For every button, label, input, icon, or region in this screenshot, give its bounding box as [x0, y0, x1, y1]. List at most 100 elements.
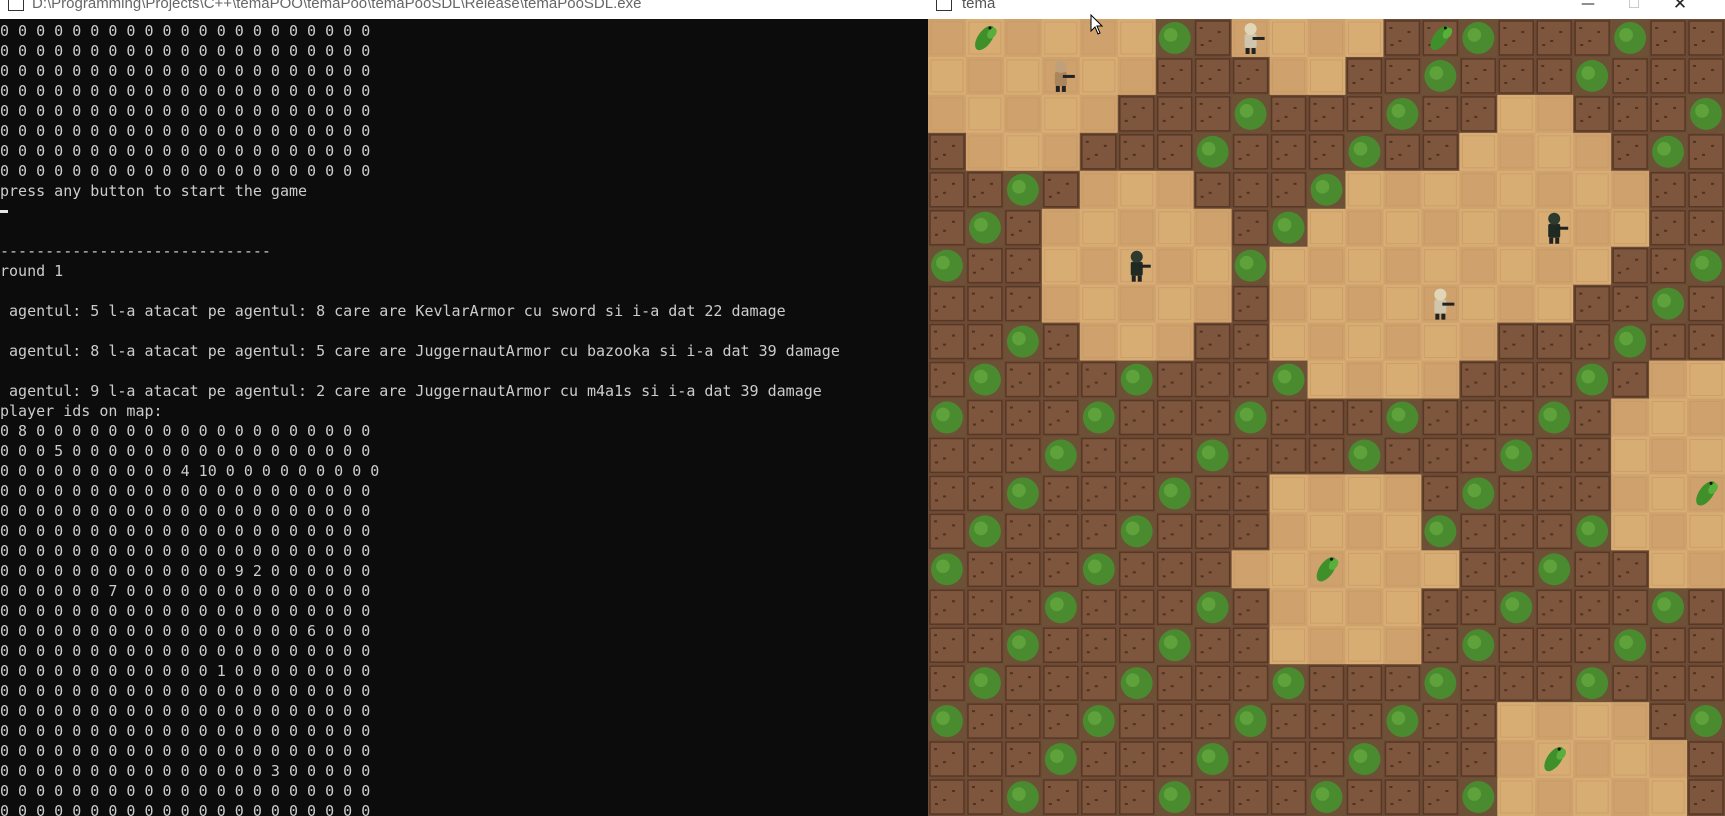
sand-tile [1649, 436, 1688, 475]
dirt-tile [1421, 474, 1460, 513]
sand-tile [1421, 550, 1460, 589]
grass-tile [965, 512, 1005, 551]
dirt-tile [1497, 322, 1536, 362]
dirt-tile [1117, 588, 1157, 627]
console-line: agentul: 8 l-a atacat pe agentul: 5 care… [0, 342, 840, 360]
grass-tile [1649, 132, 1688, 172]
dirt-tile [1459, 360, 1498, 400]
maximize-button[interactable]: ☐ [1611, 0, 1657, 19]
dirt-tile [965, 398, 1005, 437]
dirt-tile [1269, 170, 1309, 210]
minimize-button[interactable]: — [1565, 0, 1611, 19]
sand-tile [1307, 322, 1346, 362]
dirt-tile [1535, 512, 1574, 551]
grass-tile [1383, 398, 1422, 437]
dirt-tile [1497, 512, 1536, 551]
dirt-tile [1041, 398, 1081, 437]
sand-tile [1041, 94, 1081, 134]
dirt-tile [1383, 664, 1422, 703]
dirt-tile [1459, 550, 1498, 589]
sand-tile [1535, 778, 1574, 816]
console-titlebar[interactable]: D:\Programming\Projects\C++\temaPOO\tema… [0, 0, 928, 19]
dirt-tile [1269, 94, 1309, 134]
sand-tile [1117, 56, 1157, 96]
dirt-tile [1193, 56, 1233, 96]
dirt-tile [1117, 740, 1157, 779]
sand-tile [1003, 56, 1043, 96]
dirt-tile [1079, 474, 1119, 513]
sand-tile [1307, 284, 1346, 324]
sand-tile [1079, 284, 1119, 324]
grass-tile [1421, 664, 1460, 703]
sand-tile [1611, 474, 1650, 513]
dirt-tile [1079, 360, 1119, 400]
sand-tile [1345, 512, 1384, 551]
dirt-tile [1459, 664, 1498, 703]
dirt-tile [1687, 19, 1725, 58]
dirt-tile [1459, 56, 1498, 96]
console-line: 0 0 0 0 0 0 0 0 0 0 0 0 0 0 0 0 0 0 0 0 … [0, 522, 371, 540]
close-button[interactable]: ✕ [1657, 0, 1703, 19]
sand-tile [1459, 284, 1498, 324]
dirt-tile [1041, 360, 1081, 400]
dirt-tile [1383, 436, 1422, 475]
grass-tile [1459, 778, 1498, 816]
sand-tile [1421, 322, 1460, 362]
console-line: 0 0 0 0 0 0 0 0 0 0 0 0 0 0 0 0 0 0 0 0 … [0, 602, 371, 620]
game-window[interactable]: tema — ☐ ✕ [928, 0, 1725, 816]
dirt-tile [965, 588, 1005, 627]
game-titlebar[interactable]: tema — ☐ ✕ [928, 0, 1725, 19]
sand-tile [928, 19, 967, 58]
dirt-tile [1155, 398, 1195, 437]
grass-tile [1611, 626, 1650, 665]
sand-tile [1003, 94, 1043, 134]
console-line: 0 0 0 0 0 0 0 0 0 0 0 0 0 0 0 0 0 0 0 0 … [0, 782, 371, 800]
console-window[interactable]: D:\Programming\Projects\C++\temaPOO\tema… [0, 0, 928, 816]
dirt-tile [1497, 360, 1536, 400]
sand-tile [1307, 19, 1346, 58]
grass-tile [1611, 322, 1650, 362]
dirt-tile [1573, 94, 1612, 134]
dirt-tile [1231, 474, 1271, 513]
dirt-tile [1041, 512, 1081, 551]
dirt-tile [1421, 436, 1460, 475]
sand-tile [1041, 19, 1081, 58]
dirt-tile [1193, 322, 1233, 362]
dirt-tile [1687, 284, 1725, 324]
grass-tile [1573, 512, 1612, 551]
sand-tile [928, 56, 967, 96]
sand-tile [1687, 398, 1725, 437]
grass-tile [1117, 664, 1157, 703]
sand-tile [1649, 512, 1688, 551]
sand-tile [1307, 56, 1346, 96]
dirt-tile [1269, 132, 1309, 172]
dirt-tile [965, 740, 1005, 779]
dirt-tile [1231, 322, 1271, 362]
dirt-tile [1079, 512, 1119, 551]
dirt-tile [1649, 56, 1688, 96]
dirt-tile [928, 132, 967, 172]
sand-tile [1345, 19, 1384, 58]
grass-tile [1041, 740, 1081, 779]
dirt-tile [965, 550, 1005, 589]
dirt-tile [1345, 702, 1384, 741]
dirt-tile [1383, 132, 1422, 172]
dirt-tile [965, 778, 1005, 816]
dirt-tile [1193, 626, 1233, 665]
dirt-tile [1649, 626, 1688, 665]
console-app-icon [8, 0, 24, 11]
dirt-tile [1117, 702, 1157, 741]
sand-tile [1345, 550, 1384, 589]
sand-tile [1383, 550, 1422, 589]
sand-tile [1117, 19, 1157, 58]
sand-tile [1497, 94, 1536, 134]
sand-tile [1649, 550, 1688, 589]
console-line: 0 8 0 0 0 0 0 0 0 0 0 0 0 0 0 0 0 0 0 0 … [0, 422, 371, 440]
sand-tile [1497, 284, 1536, 324]
grass-tile [1383, 702, 1422, 741]
sand-tile [1079, 322, 1119, 362]
dirt-tile [928, 512, 967, 551]
dirt-tile [1041, 778, 1081, 816]
sand-tile [1041, 208, 1081, 248]
